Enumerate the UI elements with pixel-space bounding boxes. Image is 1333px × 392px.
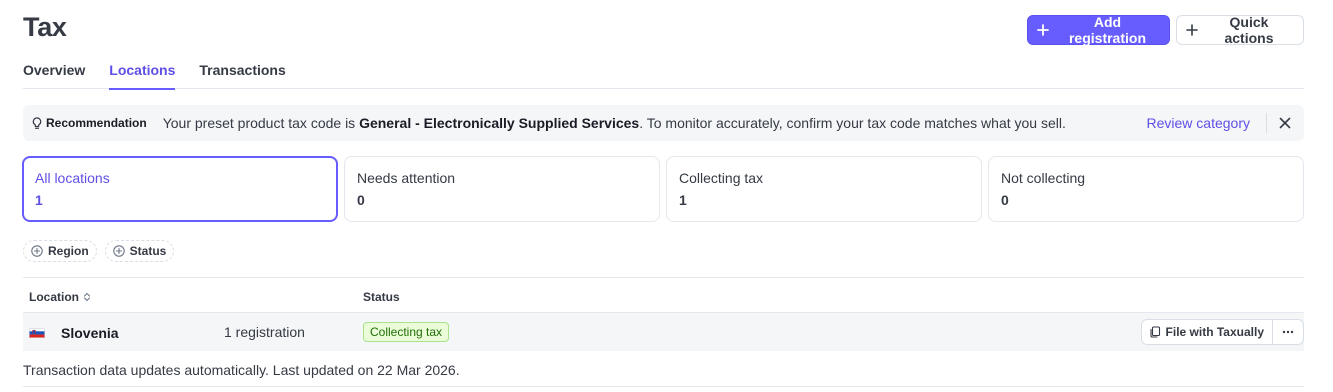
more-actions-button[interactable] <box>1273 320 1303 344</box>
filter-needs-attention[interactable]: Needs attention 0 <box>344 156 660 222</box>
filter-collecting-tax[interactable]: Collecting tax 1 <box>666 156 982 222</box>
tabs: Overview Locations Transactions <box>23 60 1304 90</box>
banner-text-before: Your preset product tax code is <box>162 115 360 131</box>
plus-icon <box>1186 24 1198 36</box>
more-icon <box>1282 330 1294 334</box>
country-name: Slovenia <box>61 325 119 341</box>
page-title: Tax <box>23 12 67 42</box>
locations-table: Location Status Slovenia 1 registration … <box>23 277 1304 351</box>
tab-locations[interactable]: Locations <box>109 60 176 90</box>
plus-icon <box>1037 24 1049 36</box>
filter-label: Needs attention <box>357 170 456 186</box>
status-filter-pill[interactable]: Status <box>104 240 175 262</box>
recommendation-tag: Recommendation <box>32 116 147 130</box>
status-column-header: Status <box>363 290 400 304</box>
tab-transactions[interactable]: Transactions <box>199 60 285 89</box>
filter-pills: Region Status <box>23 240 175 262</box>
filter-count: 1 <box>679 192 687 208</box>
tax-code-name: General - Electronically Supplied Servic… <box>359 115 640 131</box>
close-icon[interactable] <box>1278 116 1292 130</box>
plus-circle-icon <box>112 245 125 257</box>
filter-all-locations[interactable]: All locations 1 <box>22 156 338 222</box>
document-icon <box>1149 326 1160 338</box>
location-column-header[interactable]: Location <box>29 290 91 304</box>
table-header: Location Status <box>23 277 1304 313</box>
header-actions: Add registration Quick actions <box>1027 14 1304 46</box>
location-column-label: Location <box>29 290 79 304</box>
recommendation-label: Recommendation <box>46 116 147 130</box>
region-filter-pill[interactable]: Region <box>23 240 97 262</box>
last-updated-note: Transaction data updates automatically. … <box>23 362 460 378</box>
registration-count: 1 registration <box>224 324 305 340</box>
table-row[interactable]: Slovenia 1 registration Collecting tax F… <box>23 313 1304 351</box>
add-registration-button[interactable]: Add registration <box>1027 14 1170 46</box>
region-filter-label: Region <box>48 244 89 258</box>
status-badge: Collecting tax <box>363 322 450 342</box>
file-with-taxually-label: File with Taxually <box>1165 325 1264 339</box>
footer-divider <box>23 386 1304 387</box>
tab-overview[interactable]: Overview <box>23 60 85 89</box>
row-actions: File with Taxually <box>1140 319 1304 345</box>
slovenia-flag-icon <box>29 328 45 338</box>
plus-circle-icon <box>31 245 43 257</box>
lightbulb-icon <box>32 116 42 129</box>
recommendation-banner: Recommendation Your preset product tax c… <box>23 105 1304 141</box>
filter-count: 0 <box>357 192 365 208</box>
filter-not-collecting[interactable]: Not collecting 0 <box>988 156 1304 222</box>
file-with-taxually-button[interactable]: File with Taxually <box>1142 320 1273 344</box>
filter-label: Not collecting <box>1001 170 1086 186</box>
status-filter-label: Status <box>129 244 167 258</box>
filter-count: 0 <box>1001 192 1009 208</box>
quick-actions-label: Quick actions <box>1224 14 1274 46</box>
location-filters: All locations 1 Needs attention 0 Collec… <box>22 156 1304 222</box>
banner-text-after: . To monitor accurately, confirm your ta… <box>639 115 1066 131</box>
review-category-link[interactable]: Review category <box>1147 115 1251 131</box>
filter-label: Collecting tax <box>679 170 764 186</box>
filter-label: All locations <box>35 170 110 186</box>
sort-icon <box>83 292 91 302</box>
recommendation-text: Your preset product tax code is General … <box>163 115 1066 131</box>
filter-count: 1 <box>35 192 43 208</box>
quick-actions-button[interactable]: Quick actions <box>1176 14 1304 46</box>
banner-divider <box>1266 113 1267 133</box>
add-registration-label: Add registration <box>1068 14 1146 46</box>
